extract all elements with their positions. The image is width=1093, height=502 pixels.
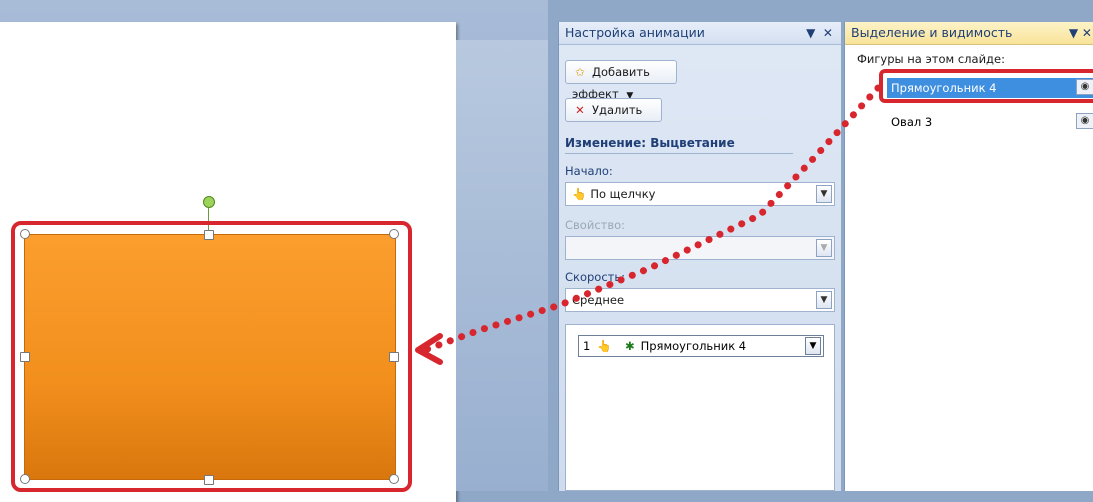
property-label: Свойство:: [565, 218, 626, 232]
animation-order-number: 1: [583, 339, 591, 353]
entrance-star-icon: ✱: [624, 339, 635, 353]
highlight-frame-selection: [879, 69, 1093, 103]
rotation-handle[interactable]: [203, 196, 215, 208]
selection-pane-title: Выделение и видимость: [851, 25, 1013, 40]
mouse-click-icon: 👆: [596, 339, 612, 353]
animation-pane-title: Настройка анимации: [565, 25, 705, 40]
animation-item-name: Прямоугольник 4: [640, 339, 747, 353]
shapes-on-slide-label: Фигуры на этом слайде:: [857, 52, 1005, 66]
add-effect-button[interactable]: ✩ Добавить эффект ▼: [565, 60, 677, 101]
speed-select-value: Среднее: [572, 293, 625, 307]
speed-select[interactable]: Среднее ▼: [565, 288, 835, 312]
property-select: ▼: [565, 236, 835, 260]
star-add-icon: ✩: [575, 65, 585, 79]
start-label: Начало:: [565, 164, 613, 178]
remove-icon: ✕: [575, 103, 585, 117]
remove-button[interactable]: ✕ Удалить: [565, 98, 662, 122]
change-effect-heading: Изменение: Выцветание: [565, 136, 793, 154]
eye-icon[interactable]: ◉: [1076, 113, 1093, 129]
animation-pane-header: Настройка анимации ▼ ✕: [559, 22, 841, 45]
chevron-down-icon: ▼: [816, 239, 832, 257]
mouse-click-icon: 👆: [572, 187, 587, 201]
chevron-down-icon[interactable]: ▼: [816, 291, 832, 309]
shape-row-oval[interactable]: Овал 3 ◉: [887, 112, 1093, 132]
start-select[interactable]: 👆 По щелчку ▼: [565, 182, 835, 206]
start-select-value: По щелчку: [590, 187, 656, 201]
custom-animation-pane: Настройка анимации ▼ ✕ ✩ Добавить эффект …: [558, 22, 841, 491]
highlight-frame-shape: [11, 221, 412, 492]
animation-list-item[interactable]: 1 👆 ✱ Прямоугольник 4 ▼: [578, 335, 824, 357]
workspace-background: [456, 40, 548, 491]
speed-label: Скорость:: [565, 270, 626, 284]
remove-label: Удалить: [592, 103, 643, 117]
animation-list: 1 👆 ✱ Прямоугольник 4 ▼: [565, 324, 835, 491]
selection-pane-header: Выделение и видимость ▼ ✕: [845, 22, 1093, 45]
chevron-down-icon[interactable]: ▼: [816, 185, 832, 203]
pane-menu-close-icons[interactable]: ▼ ✕: [1069, 22, 1092, 44]
chevron-down-icon[interactable]: ▼: [805, 337, 821, 355]
pane-menu-close-icons[interactable]: ▼ ✕: [806, 22, 833, 44]
shape-row-name: Овал 3: [891, 115, 933, 129]
